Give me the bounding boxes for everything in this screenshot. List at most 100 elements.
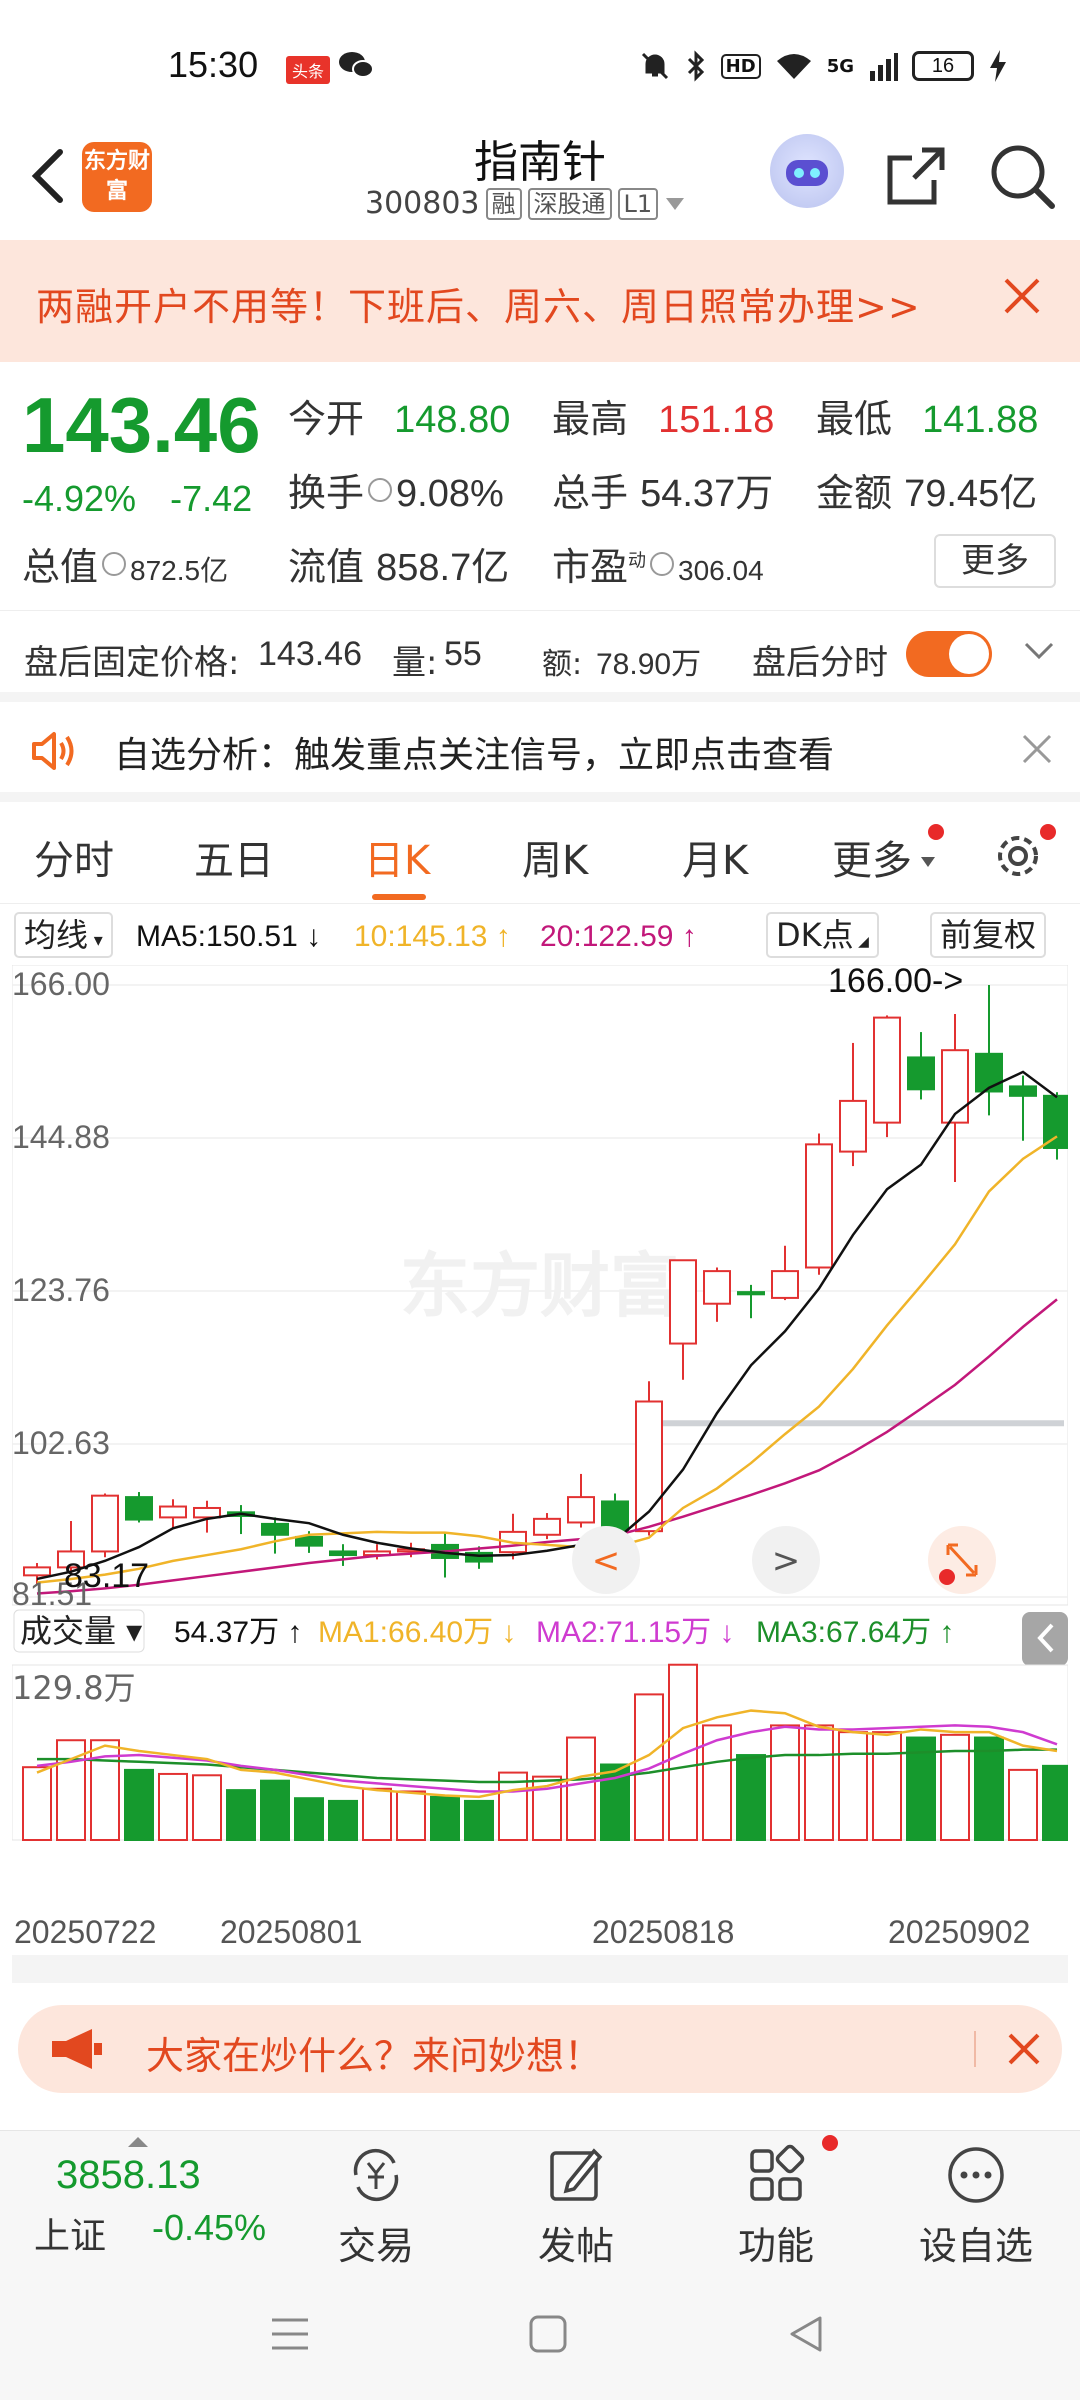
caret-down-icon[interactable] — [664, 196, 686, 212]
candle-body — [125, 1496, 153, 1521]
promo-banner[interactable]: 两融开户不用等！下班后、周六、周日照常办理>> — [0, 240, 1080, 362]
alert-text[interactable]: 自选分析：触发重点关注信号，立即点击查看 — [114, 726, 834, 778]
volume-bar — [736, 1754, 766, 1842]
y-tick-label: 123.76 — [12, 1272, 110, 1308]
volume-bar — [22, 1766, 52, 1841]
volume-bar — [838, 1731, 868, 1842]
open-field: 今开 148.80 — [288, 388, 510, 443]
nav-add-watchlist[interactable]: 设自选 — [916, 2143, 1036, 2270]
candle-body — [533, 1517, 561, 1536]
tab-daily-k[interactable]: 日K — [364, 828, 430, 886]
tab-five-day[interactable]: 五日 — [194, 828, 274, 886]
nav-post[interactable]: 发帖 — [516, 2143, 636, 2270]
low-value: 141.88 — [922, 399, 1039, 441]
after-hours-amt-label: 额: — [542, 647, 583, 682]
adjust-button[interactable]: 前复权 — [930, 912, 1047, 958]
tab-weekly-k[interactable]: 周K — [522, 828, 588, 886]
share-icon[interactable] — [884, 144, 948, 208]
tab-monthly-k[interactable]: 月K — [682, 828, 748, 886]
speaker-icon — [32, 732, 74, 770]
price-change: -4.92% -7.42 — [22, 478, 252, 520]
kline-chart[interactable]: 东方财富166.00144.88123.76102.6381.51166.00-… — [11, 962, 1072, 1985]
volume-bar — [124, 1768, 154, 1842]
stock-header: 东方财富 指南针 300803 融 深股通 L1 — [0, 120, 1080, 240]
after-hours-vol-label: 量: — [392, 643, 438, 683]
y-tick-label: 144.88 — [12, 1119, 110, 1155]
indicator-select[interactable]: 均线 ▾ — [14, 912, 113, 958]
edit-icon — [550, 2148, 603, 2201]
volume-bar — [294, 1797, 324, 1842]
tab-more[interactable]: 更多 — [832, 828, 912, 886]
home-icon[interactable] — [528, 2314, 568, 2354]
kline-chart-area[interactable]: 东方财富 166.00 144.88 123.76 102.63 81.51 166.00-… — [11, 962, 1072, 1985]
stock-code: 300803 — [365, 186, 480, 221]
pe-field[interactable]: 市盈动 306.04 — [552, 536, 764, 591]
change-amount: -7.42 — [170, 478, 253, 519]
ai-assistant-icon[interactable] — [770, 134, 844, 208]
promo-text[interactable]: 两融开户不用等！下班后、周六、周日照常办理>> — [36, 276, 921, 331]
gear-icon[interactable] — [990, 828, 1046, 884]
vol-ma3-value: MA3:67.64万 ↑ — [756, 1616, 954, 1649]
chart-tabs: 分时 五日 日K 周K 月K 更多 — [0, 812, 1080, 904]
more-button[interactable]: 更多 — [934, 534, 1056, 588]
toutiao-badge: 头条 — [286, 56, 331, 84]
mktcap-field[interactable]: 总值 872.5亿 — [22, 536, 228, 591]
divider — [974, 2031, 976, 2067]
dk-label: DK点 — [776, 916, 854, 954]
caret-up-icon — [128, 2137, 148, 2147]
index-change[interactable]: -0.45% — [152, 2207, 266, 2249]
float-field: 流值 858.7亿 — [288, 536, 509, 591]
chart-bottom-spacer — [12, 1955, 1068, 1983]
candle-body — [941, 1049, 969, 1124]
info-icon[interactable] — [650, 551, 675, 576]
tag-margin: 融 — [485, 187, 522, 220]
mute-icon — [641, 52, 668, 80]
candle-body — [1043, 1094, 1071, 1149]
index-name[interactable]: 上证 — [34, 2207, 106, 2259]
menu-icon[interactable] — [270, 2316, 310, 2352]
dk-point-button[interactable]: DK点 ◢ — [766, 912, 879, 958]
low-field: 最低 141.88 — [816, 388, 1038, 443]
analysis-alert[interactable]: 自选分析：触发重点关注信号，立即点击查看 — [0, 702, 1080, 802]
close-icon[interactable] — [1000, 274, 1044, 318]
search-icon[interactable] — [988, 142, 1056, 210]
x-axis-label: 20250902 — [888, 1914, 1030, 1950]
turnover-field[interactable]: 换手 9.08% — [288, 462, 504, 517]
volume-select-label: 成交量 ▾ — [20, 1612, 142, 1650]
watermark-text: 东方财富 — [400, 1245, 680, 1327]
back-icon[interactable] — [786, 2314, 826, 2354]
tab-intraday[interactable]: 分时 — [34, 828, 114, 886]
candle-body — [805, 1143, 833, 1269]
pe-value: 306.04 — [678, 555, 764, 586]
close-icon[interactable] — [1020, 732, 1054, 766]
nav-post-label: 发帖 — [537, 2224, 614, 2268]
trade-icon — [353, 2148, 399, 2202]
tag-connect: 深股通 — [527, 187, 612, 220]
after-hours-toggle-label: 盘后分时 — [752, 643, 888, 683]
info-icon[interactable] — [368, 477, 393, 502]
candle-body — [23, 1566, 51, 1577]
close-icon[interactable] — [1006, 2031, 1042, 2067]
nav-features[interactable]: 功能 — [716, 2143, 836, 2270]
amount-field: 金额 79.45亿 — [816, 462, 1037, 517]
status-time: 15:30 — [168, 44, 259, 85]
nav-trade[interactable]: 交易 — [316, 2143, 436, 2270]
candle-body — [737, 1291, 765, 1296]
volume-bar — [804, 1724, 834, 1842]
volume-bar — [974, 1736, 1004, 1841]
signal-label: 5G — [826, 55, 854, 77]
ask-text[interactable]: 大家在炒什么？来问妙想！ — [146, 2025, 602, 2080]
chevron-down-icon[interactable] — [1024, 641, 1054, 661]
after-hours-toggle[interactable] — [906, 631, 992, 677]
index-value[interactable]: 3858.13 — [56, 2153, 201, 2198]
system-nav-bar — [0, 2270, 1080, 2400]
notification-dot — [1040, 824, 1056, 840]
more-icon — [948, 2147, 1004, 2203]
current-price: 143.46 — [22, 381, 261, 469]
stock-code-row[interactable]: 300803 融 深股通 L1 — [365, 186, 686, 221]
high-marker: 166.00-> — [828, 965, 963, 1000]
ask-banner[interactable]: 大家在炒什么？来问妙想！ — [18, 2005, 1062, 2093]
volume-value: 54.37万 — [640, 473, 774, 515]
status-icons: HD 5G 16 — [639, 50, 1008, 82]
info-icon[interactable] — [102, 551, 127, 576]
